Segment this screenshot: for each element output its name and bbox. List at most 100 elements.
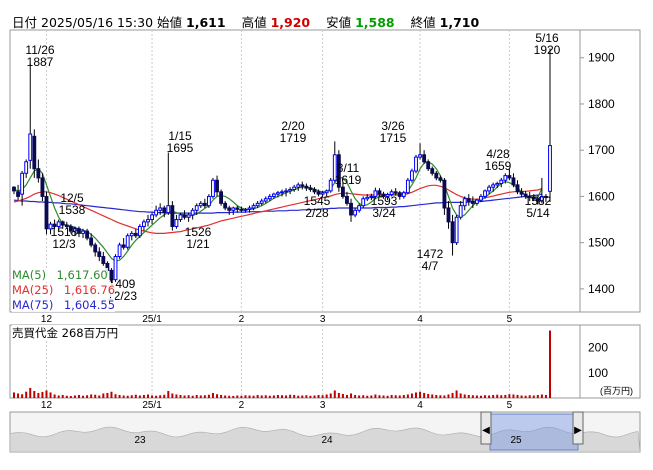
volume-bar <box>500 395 503 398</box>
price-tick-label: 1400 <box>588 282 615 296</box>
volume-bar <box>532 395 535 398</box>
candle-up <box>487 186 492 192</box>
candle-down <box>470 200 475 204</box>
volume-bar <box>264 395 267 398</box>
volume-bar <box>410 393 413 398</box>
candle-up <box>174 219 179 227</box>
candle-down <box>393 191 398 194</box>
candle-up <box>462 198 467 207</box>
annotation-line2: 5/14 <box>526 206 550 220</box>
volume-bar <box>45 390 48 398</box>
candle-up <box>125 235 130 248</box>
volume-bar <box>382 395 385 398</box>
volume-bar <box>492 394 495 398</box>
annotation-line2: 1/21 <box>186 237 210 251</box>
volume-bar <box>540 394 543 398</box>
volume-unit-label: (百万円) <box>600 386 633 396</box>
volume-date-label: 5 <box>507 400 513 411</box>
volume-bar <box>171 393 174 398</box>
candle-down <box>446 207 451 223</box>
volume-bar <box>329 393 332 398</box>
candle-up <box>28 133 33 161</box>
close-label: 終値 <box>410 15 436 30</box>
candle-down <box>515 184 520 193</box>
volume-bar <box>175 394 178 398</box>
candle-down <box>77 228 81 234</box>
candle-down <box>202 202 207 207</box>
candle-down <box>345 195 349 204</box>
high-value: 1,920 <box>270 15 311 30</box>
candle-up <box>474 199 479 204</box>
volume-bar <box>508 394 511 398</box>
volume-tick-label: 200 <box>588 341 608 355</box>
candle-up <box>357 205 362 211</box>
volume-bar <box>443 395 446 398</box>
candle-down <box>121 244 126 248</box>
volume-bar <box>73 395 76 398</box>
volume-bar <box>216 394 219 398</box>
range-scroller[interactable]: ◀ ▶ 23 24 25 <box>9 411 641 453</box>
candle-down <box>85 230 90 239</box>
volume-bar <box>248 395 251 398</box>
volume-bar <box>102 393 105 398</box>
date-axis-label: 25/1 <box>142 314 162 325</box>
volume-bar <box>199 395 202 398</box>
volume-bar <box>536 394 539 398</box>
volume-bar <box>110 391 113 398</box>
candle-up <box>20 172 25 195</box>
candle-up <box>194 205 199 211</box>
candle-up <box>24 161 29 174</box>
volume-bar <box>82 395 85 398</box>
volume-bar <box>341 393 344 398</box>
price-tick-label: 1900 <box>588 51 615 65</box>
candle-up <box>353 209 358 216</box>
candle-down <box>215 179 219 193</box>
volume-bar <box>53 394 56 398</box>
volume-bar <box>268 395 271 398</box>
volume-bar <box>337 392 340 398</box>
candle-down <box>438 177 443 181</box>
annotation-line2: 1715 <box>380 131 407 145</box>
volume-bar <box>528 395 531 398</box>
annotation-line2: 1719 <box>280 131 307 145</box>
volume-bar <box>439 395 442 398</box>
candle-up <box>292 186 297 190</box>
volume-bar <box>293 394 296 398</box>
candle-up <box>288 188 293 192</box>
candle-up <box>206 195 211 207</box>
volume-bar <box>431 394 434 398</box>
annotation-line2: 1538 <box>59 203 86 217</box>
candle-up <box>276 192 280 195</box>
volume-bar <box>203 395 206 398</box>
candle-down <box>101 256 106 264</box>
scroller-year-label: 25 <box>510 435 522 446</box>
candle-up <box>267 195 272 200</box>
volume-bar <box>549 330 551 398</box>
volume-bar <box>435 394 438 398</box>
volume-bar <box>155 395 158 398</box>
candle-down <box>422 154 427 163</box>
volume-date-label: 25/1 <box>142 400 162 411</box>
volume-bar <box>281 395 283 398</box>
candle-down <box>36 168 41 179</box>
candle-up <box>186 214 191 218</box>
candle-down <box>162 207 167 214</box>
right-handle-arrow: ▶ <box>574 425 582 436</box>
close-value: 1,710 <box>439 15 480 30</box>
candle-down <box>235 207 240 210</box>
candle-up <box>247 207 252 210</box>
candle-up <box>259 200 264 204</box>
volume-bar <box>358 395 361 398</box>
date-label: 日付 <box>12 15 38 30</box>
volume-bar <box>240 395 243 398</box>
volume-bar <box>106 392 109 398</box>
annotation-line2: 1659 <box>485 159 512 173</box>
candle-up <box>483 190 487 197</box>
annotation-line2: 2/28 <box>305 206 329 220</box>
volume-bar <box>276 394 279 398</box>
volume-bar <box>57 395 60 398</box>
volume-bar <box>354 394 357 398</box>
candle-up <box>414 156 418 172</box>
volume-bar <box>471 395 474 398</box>
volume-bar <box>451 392 454 398</box>
